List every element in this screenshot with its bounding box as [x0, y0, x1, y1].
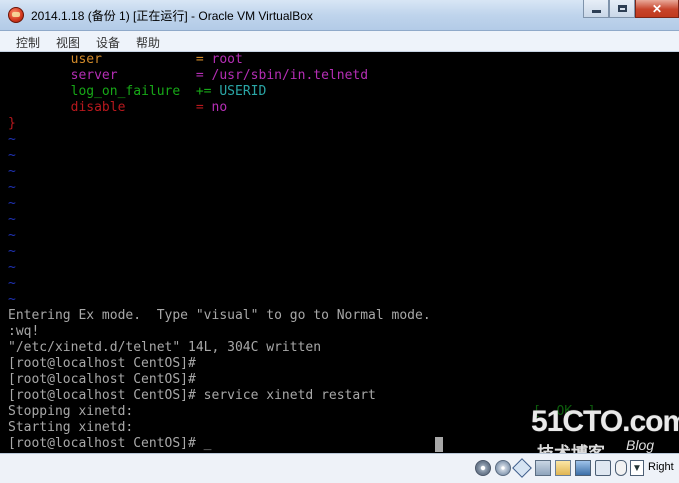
capture-icon[interactable] — [595, 460, 611, 476]
tilde-line: ~ — [8, 228, 16, 243]
terminal-output-line: Starting xinetd: — [8, 420, 134, 435]
tilde-line: ~ — [8, 212, 16, 227]
closing-brace: } — [8, 116, 16, 131]
terminal-output-line: [root@localhost CentOS]# — [8, 356, 196, 371]
text-cursor — [435, 437, 443, 452]
service-ok-status: [ OK ] — [533, 404, 596, 419]
maximize-icon — [617, 5, 627, 12]
tilde-line: ~ — [8, 196, 16, 211]
close-icon: ✕ — [651, 1, 663, 16]
vm-console-screen[interactable]: user = root server = /usr/sbin/in.telnet… — [3, 52, 679, 453]
terminal-prompt-line: [root@localhost CentOS]# _ — [8, 436, 212, 451]
host-key-arrow-icon: ▼ — [630, 460, 644, 476]
menu-view[interactable]: 视图 — [56, 34, 80, 51]
config-line-user: user = root — [70, 52, 243, 67]
mouse-integration-icon[interactable] — [615, 460, 627, 476]
menu-help[interactable]: 帮助 — [136, 34, 160, 51]
display-icon[interactable] — [575, 460, 591, 476]
tilde-line: ~ — [8, 164, 16, 179]
tilde-line: ~ — [8, 292, 16, 307]
hard-disk-icon[interactable] — [475, 460, 491, 476]
network-icon[interactable] — [535, 460, 551, 476]
window-controls: ✕ — [583, 0, 679, 20]
tilde-line: ~ — [8, 132, 16, 147]
config-line-disable: disable = no — [70, 100, 228, 115]
optical-drive-icon[interactable] — [495, 460, 511, 476]
config-line-server: server = /usr/sbin/in.telnetd — [70, 68, 369, 83]
virtualbox-app-icon[interactable] — [8, 7, 24, 23]
tilde-line: ~ — [8, 180, 16, 195]
close-button[interactable]: ✕ — [635, 0, 679, 18]
terminal-output-line: "/etc/xinetd.d/telnet" 14L, 304C written — [8, 340, 322, 355]
terminal-output-line: [root@localhost CentOS]# service xinetd … — [8, 388, 376, 403]
tilde-line: ~ — [8, 244, 16, 259]
title-bar: 2014.1.18 (备份 1) [正在运行] - Oracle VM Virt… — [0, 0, 679, 31]
minimize-icon — [591, 10, 601, 13]
config-line-log-on-failure: log_on_failure += USERID — [70, 84, 267, 99]
terminal-output-line: Entering Ex mode. Type "visual" to go to… — [8, 308, 431, 323]
status-bar: ▼ Right — [0, 453, 679, 483]
tilde-line: ~ — [8, 260, 16, 275]
window-title: 2014.1.18 (备份 1) [正在运行] - Oracle VM Virt… — [31, 9, 313, 23]
terminal-output-line: :wq! — [8, 324, 40, 339]
menu-bar: 控制 视图 设备 帮助 — [0, 31, 679, 52]
tilde-line: ~ — [8, 276, 16, 291]
terminal-output-line: Stopping xinetd: — [8, 404, 134, 419]
host-key-label: Right — [648, 461, 674, 473]
maximize-button[interactable] — [609, 0, 635, 18]
menu-devices[interactable]: 设备 — [96, 34, 120, 51]
minimize-button[interactable] — [583, 0, 609, 18]
usb-icon[interactable] — [512, 458, 532, 478]
menu-control[interactable]: 控制 — [16, 34, 40, 51]
shared-folder-icon[interactable] — [555, 460, 571, 476]
tilde-line: ~ — [8, 148, 16, 163]
terminal-output-line: [root@localhost CentOS]# — [8, 372, 196, 387]
